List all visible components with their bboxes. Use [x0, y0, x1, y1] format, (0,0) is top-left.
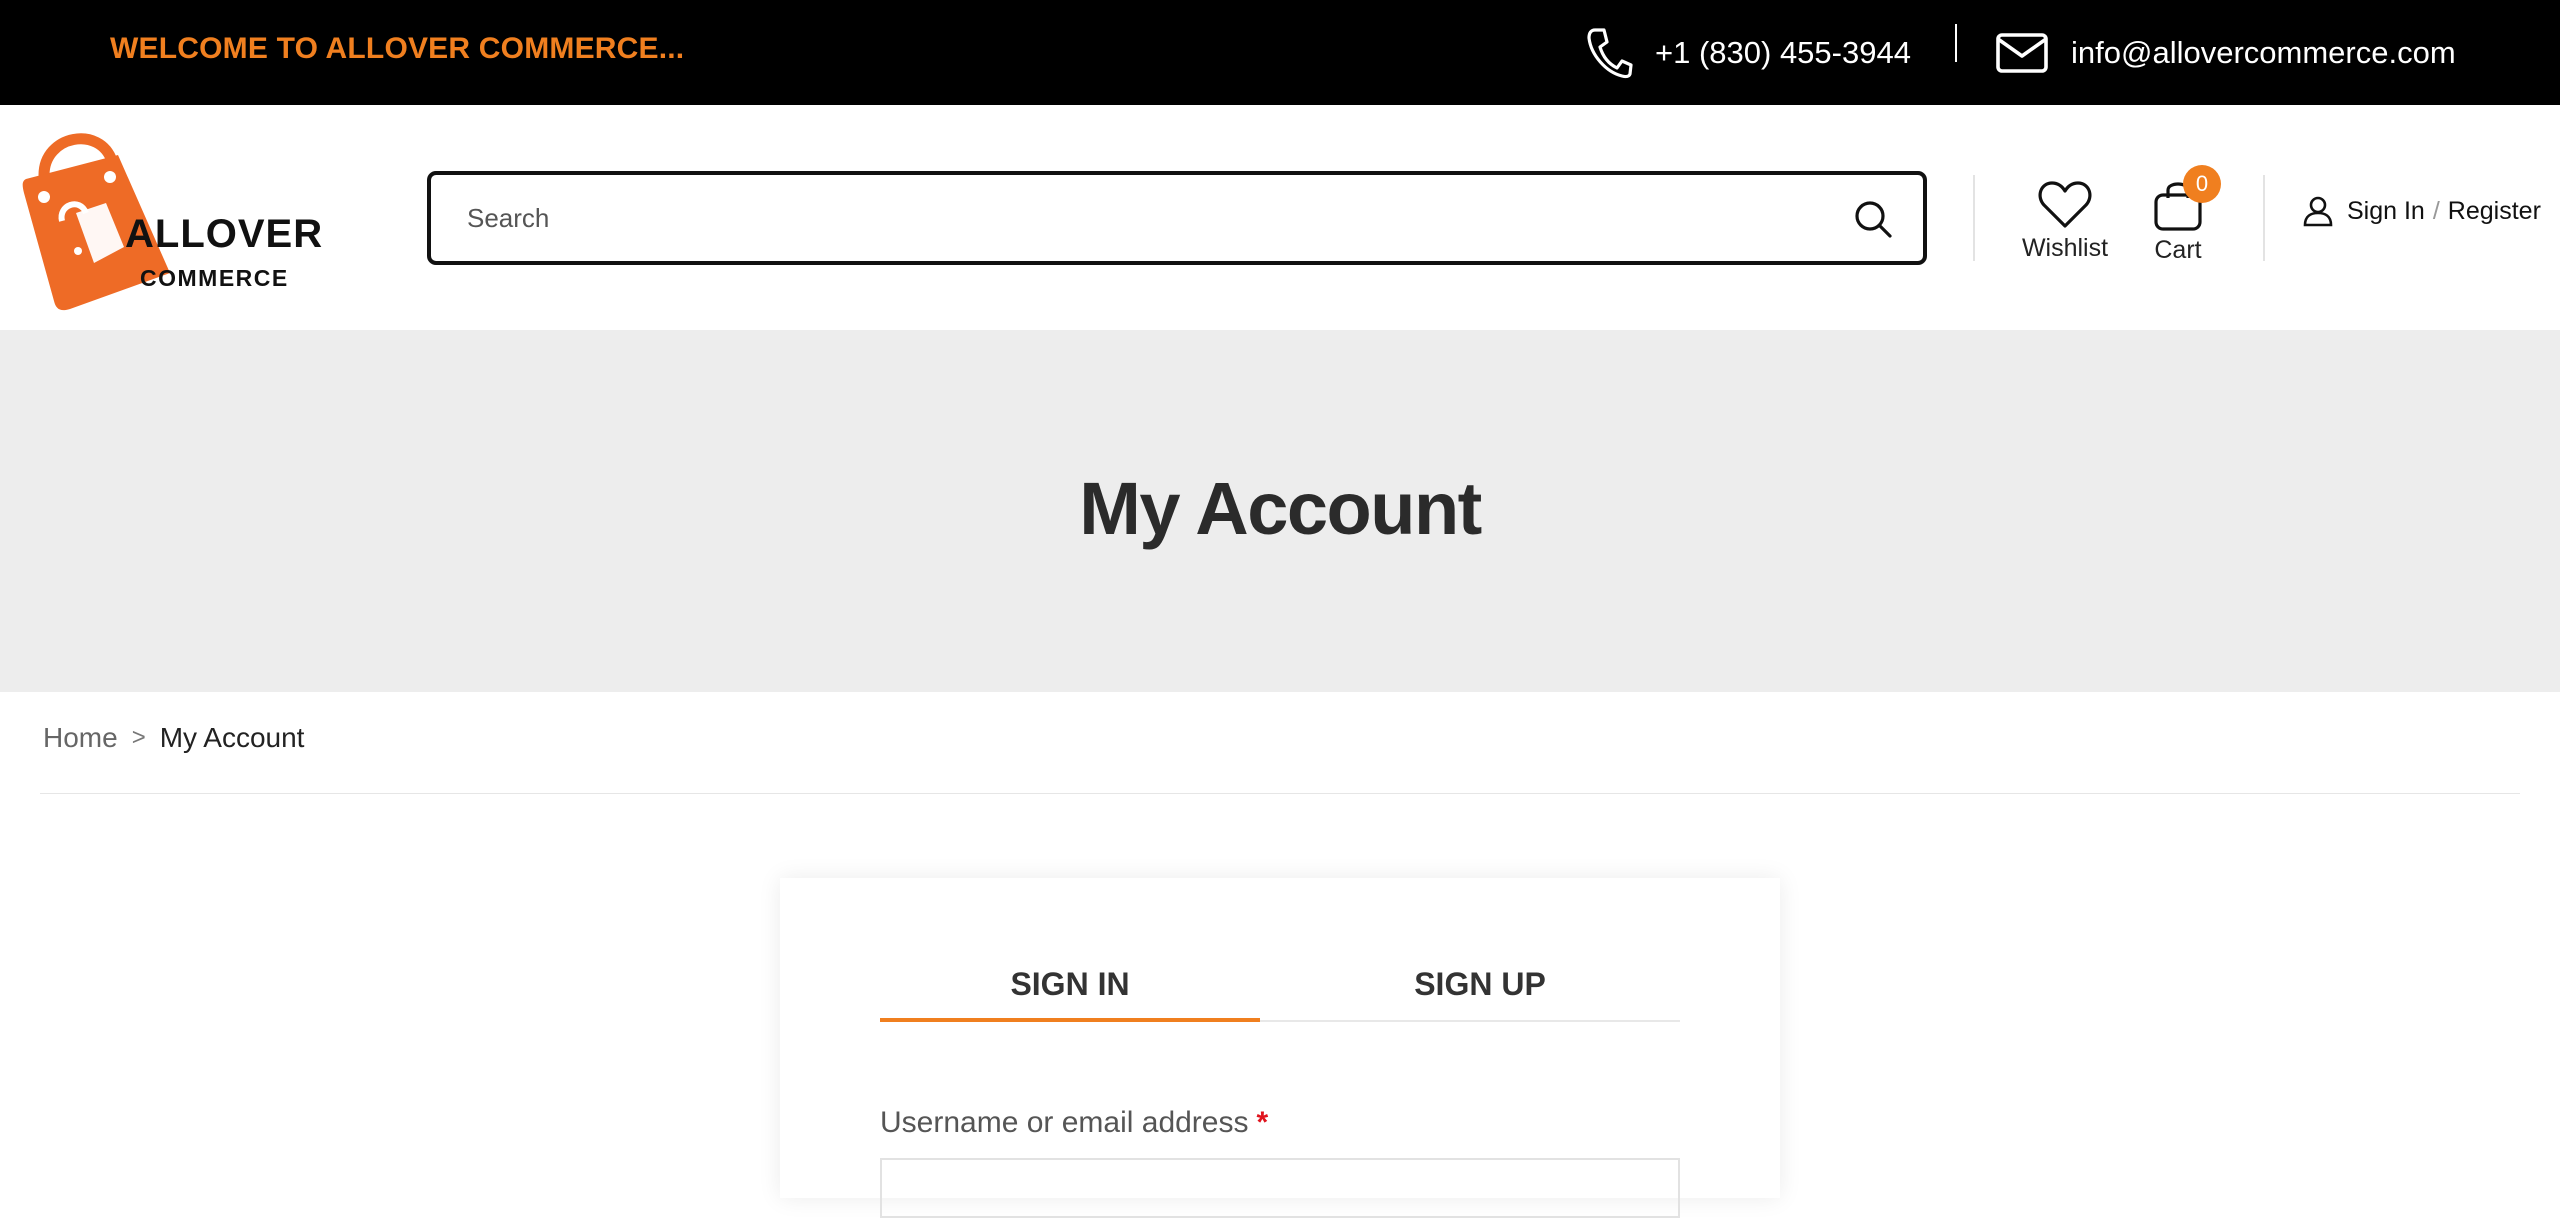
email-address: info@allovercommerce.com	[2071, 34, 2456, 70]
cart-count-badge: 0	[2183, 165, 2221, 203]
logo-text-commerce: COMMERCE	[140, 265, 289, 291]
search-bar	[427, 171, 1927, 265]
account-links: Sign In / Register	[2303, 195, 2541, 227]
page-banner: My Account	[0, 330, 2560, 692]
username-field[interactable]	[880, 1158, 1680, 1218]
register-link[interactable]: Register	[2448, 197, 2541, 226]
page-title: My Account	[1079, 467, 1482, 550]
active-tab-indicator	[880, 1018, 1260, 1022]
account-separator: /	[2432, 196, 2440, 225]
sign-in-link[interactable]: Sign In	[2347, 197, 2425, 226]
phone-icon	[1585, 27, 1633, 79]
username-label-text: Username or email address	[880, 1106, 1249, 1139]
logo-text-allover: ALLOVER	[125, 212, 324, 256]
breadcrumb: Home > My Account	[43, 722, 304, 754]
top-bar: WELCOME TO ALLOVER COMMERCE... +1 (830) …	[0, 0, 2560, 105]
header-divider	[2263, 175, 2265, 261]
required-marker: *	[1256, 1106, 1269, 1139]
wishlist-label: Wishlist	[2021, 234, 2109, 262]
phone-contact[interactable]: +1 (830) 455-3944	[1585, 0, 1911, 105]
heart-icon	[2038, 181, 2092, 228]
site-logo[interactable]: ALLOVER COMMERCE	[22, 117, 322, 317]
site-header: ALLOVER COMMERCE Wishlist Cart 0 S	[0, 105, 2560, 330]
contact-divider	[1955, 24, 1957, 62]
header-divider	[1973, 175, 1975, 261]
phone-number: +1 (830) 455-3944	[1655, 34, 1911, 70]
breadcrumb-divider	[40, 793, 2520, 794]
tab-sign-up[interactable]: SIGN UP	[1290, 966, 1670, 1003]
chevron-right-icon: >	[131, 724, 146, 751]
cart-label: Cart	[2154, 236, 2202, 264]
search-button[interactable]	[1853, 199, 1893, 239]
search-icon	[1855, 201, 1892, 238]
tab-sign-in[interactable]: SIGN IN	[880, 966, 1260, 1003]
mail-icon	[1995, 32, 2049, 74]
search-input[interactable]	[467, 197, 1767, 239]
auth-tabs: SIGN IN SIGN UP	[880, 966, 1680, 1022]
welcome-text: WELCOME TO ALLOVER COMMERCE...	[110, 32, 685, 65]
auth-card: SIGN IN SIGN UP Username or email addres…	[780, 878, 1780, 1218]
breadcrumb-home-link[interactable]: Home	[43, 722, 118, 754]
wishlist-link[interactable]: Wishlist	[2020, 180, 2110, 263]
username-label: Username or email address *	[880, 1106, 1268, 1140]
user-icon	[2303, 196, 2333, 227]
breadcrumb-current: My Account	[159, 722, 305, 753]
email-contact[interactable]: info@allovercommerce.com	[1995, 0, 2456, 105]
